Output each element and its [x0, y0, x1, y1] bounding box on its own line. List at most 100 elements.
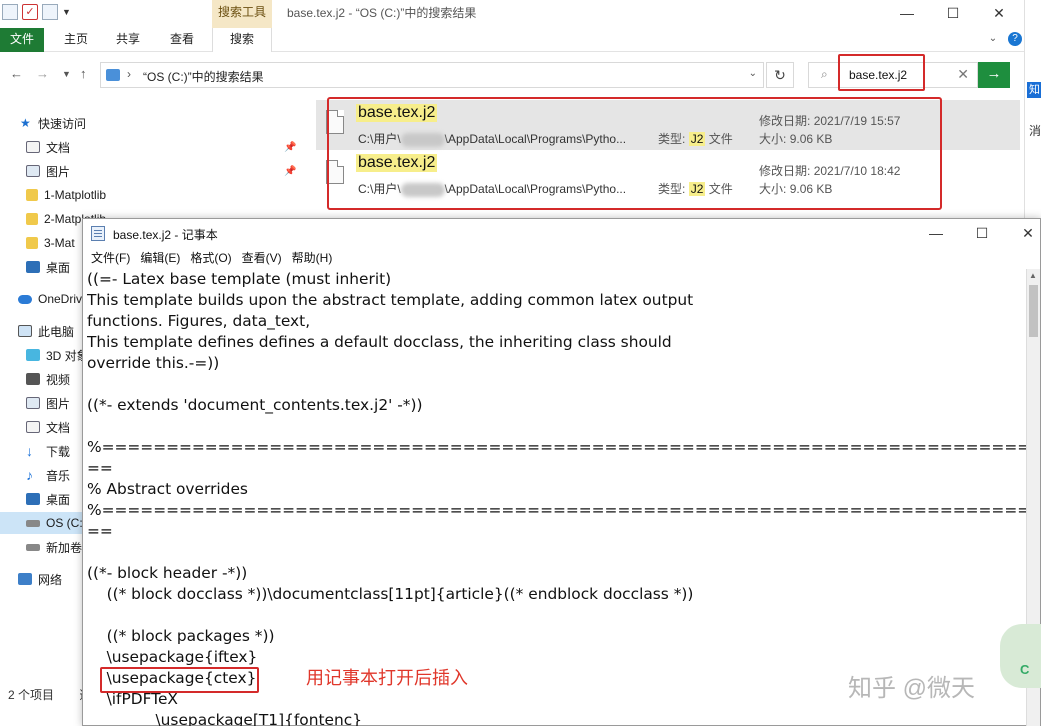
sidebar-item-quick-access[interactable]: ★ 快速访问: [20, 112, 104, 134]
results-highlight-box: [327, 97, 942, 210]
back-icon[interactable]: ←: [10, 66, 23, 81]
tab-share[interactable]: 共享: [106, 28, 150, 52]
pin-icon[interactable]: 📌: [284, 166, 296, 177]
notepad-title: base.tex.j2 - 记事本: [113, 228, 218, 242]
tab-search[interactable]: 搜索: [212, 28, 272, 52]
chevron-down-icon[interactable]: ⌄: [749, 68, 757, 79]
search-location-icon: [106, 69, 120, 81]
pin-icon[interactable]: 📌: [284, 142, 296, 153]
up-icon[interactable]: ↑: [80, 66, 87, 81]
maximize-button[interactable]: ☐: [930, 0, 976, 28]
refresh-button[interactable]: ↻: [766, 62, 794, 88]
notepad-maximize-button[interactable]: ☐: [959, 219, 1005, 247]
menu-edit[interactable]: 编辑(E): [140, 247, 180, 269]
explorer-titlebar: ✓ ▼ 搜索工具 base.tex.j2 - “OS (C:)”中的搜索结果 —…: [0, 0, 1024, 28]
download-icon: ↓: [26, 443, 33, 459]
text-line: % Abstract overrides: [87, 480, 248, 498]
music-icon: ♪: [26, 467, 33, 483]
status-bar: 2 个项目 选: [8, 686, 91, 703]
document-icon: [26, 421, 40, 433]
text-line: ((*- block header -*)): [87, 564, 248, 582]
menu-help[interactable]: 帮助(H): [292, 247, 333, 269]
recent-locations-icon[interactable]: ▼: [62, 69, 71, 79]
customize-toolbar-icon[interactable]: ▼: [62, 4, 72, 20]
ribbon-tabs: 文件 主页 共享 查看 搜索 ⌄ ?: [0, 28, 1024, 52]
picture-icon: [26, 165, 40, 177]
text-line: functions. Figures, data_text,: [87, 312, 311, 330]
text-line: ==: [87, 522, 113, 540]
text-line: %=======================================…: [87, 438, 1027, 456]
folder-icon: [26, 189, 38, 201]
folder-icon[interactable]: [2, 4, 18, 20]
sidebar-item-folder-1[interactable]: 1-Matplotlib: [26, 184, 110, 206]
network-icon: [18, 573, 32, 585]
notepad-minimize-button[interactable]: —: [913, 219, 959, 247]
computer-icon: [18, 325, 32, 337]
text-line: \usepackage[T1]{fontenc}: [87, 711, 362, 726]
address-input[interactable]: › “OS (C:)”中的搜索结果 ⌄: [100, 62, 764, 88]
star-icon: ★: [20, 116, 31, 130]
drive-icon: [26, 519, 40, 527]
badge-logo: C: [1000, 624, 1041, 688]
breadcrumb-chevron-icon[interactable]: ›: [127, 67, 131, 81]
navigation-pane: ★ 快速访问 文档 图片 1-Matplotlib 2-Matplotlib 3…: [0, 110, 106, 726]
menu-format[interactable]: 格式(O): [190, 247, 231, 269]
desktop-icon: [26, 493, 40, 505]
close-button[interactable]: ✕: [976, 0, 1022, 28]
text-line: [87, 416, 1027, 437]
search-tools-context-tab: 搜索工具: [212, 0, 272, 28]
text-line: ((* block packages *)): [87, 627, 275, 645]
zhihu-tag[interactable]: 知: [1027, 82, 1041, 98]
forward-icon[interactable]: →: [36, 66, 49, 81]
tab-file[interactable]: 文件: [0, 28, 44, 52]
picture-icon: [26, 397, 40, 409]
text-line: [87, 605, 1027, 626]
arrow-right-icon: →: [986, 65, 1002, 82]
desktop-icon: [26, 261, 40, 273]
notepad-menu-bar: 文件(F) 编辑(E) 格式(O) 查看(V) 帮助(H): [83, 247, 1040, 269]
document-icon: [26, 141, 40, 153]
menu-file[interactable]: 文件(F): [91, 247, 130, 269]
notepad-icon: [91, 226, 105, 241]
tab-view[interactable]: 查看: [160, 28, 204, 52]
explorer-title: base.tex.j2 - “OS (C:)”中的搜索结果: [287, 6, 477, 20]
sidebar-item-os-c[interactable]: OS (C:): [0, 512, 84, 534]
drive-icon: [26, 543, 40, 551]
folder-icon: [26, 237, 38, 249]
minimize-button[interactable]: —: [884, 0, 930, 28]
text-line: [87, 542, 1027, 563]
sidebar-item-pictures[interactable]: 图片: [26, 160, 110, 182]
text-line: ((*- extends 'document_contents.tex.j2' …: [87, 396, 423, 414]
text-line: ==: [87, 459, 113, 477]
text-line: This template defines defines a default …: [87, 333, 672, 351]
text-line: [87, 374, 1027, 395]
quick-access-toolbar: ✓ ▼: [2, 4, 72, 20]
chevron-down-icon[interactable]: ⌄: [986, 32, 1000, 46]
address-path: “OS (C:)”中的搜索结果: [143, 70, 264, 84]
watermark: 知乎 @微天: [848, 675, 976, 702]
search-icon: ⌕: [821, 67, 828, 81]
video-icon: [26, 373, 40, 385]
search-highlight-box: [838, 54, 925, 91]
annotation-note: 用记事本打开后插入: [306, 668, 468, 688]
text-line: ((=- Latex base template (must inherit): [87, 270, 392, 288]
text-line: ((* block docclass *))\documentclass[11p…: [87, 585, 694, 603]
ribbon-controls: ⌄ ?: [986, 32, 1022, 46]
help-icon[interactable]: ?: [1008, 32, 1022, 46]
properties-icon[interactable]: ✓: [22, 4, 38, 20]
search-go-button[interactable]: →: [978, 62, 1010, 88]
notepad-text-area[interactable]: ((=- Latex base template (must inherit) T…: [87, 269, 1027, 726]
text-line: override this.-=)): [87, 354, 220, 372]
scroll-up-icon[interactable]: ▲: [1029, 271, 1037, 280]
cube-icon: [26, 349, 40, 361]
clear-search-icon[interactable]: ✕: [957, 66, 969, 83]
notepad-close-button[interactable]: ✕: [1005, 219, 1041, 247]
scroll-thumb[interactable]: [1029, 285, 1038, 337]
text-line: \usepackage{iftex}: [87, 648, 258, 666]
new-folder-icon[interactable]: [42, 4, 58, 20]
background-label: 消: [1029, 124, 1041, 138]
menu-view[interactable]: 查看(V): [242, 247, 282, 269]
sidebar-item-documents[interactable]: 文档: [26, 136, 110, 158]
notepad-titlebar: base.tex.j2 - 记事本 — ☐ ✕: [83, 219, 1040, 247]
tab-home[interactable]: 主页: [54, 28, 98, 52]
